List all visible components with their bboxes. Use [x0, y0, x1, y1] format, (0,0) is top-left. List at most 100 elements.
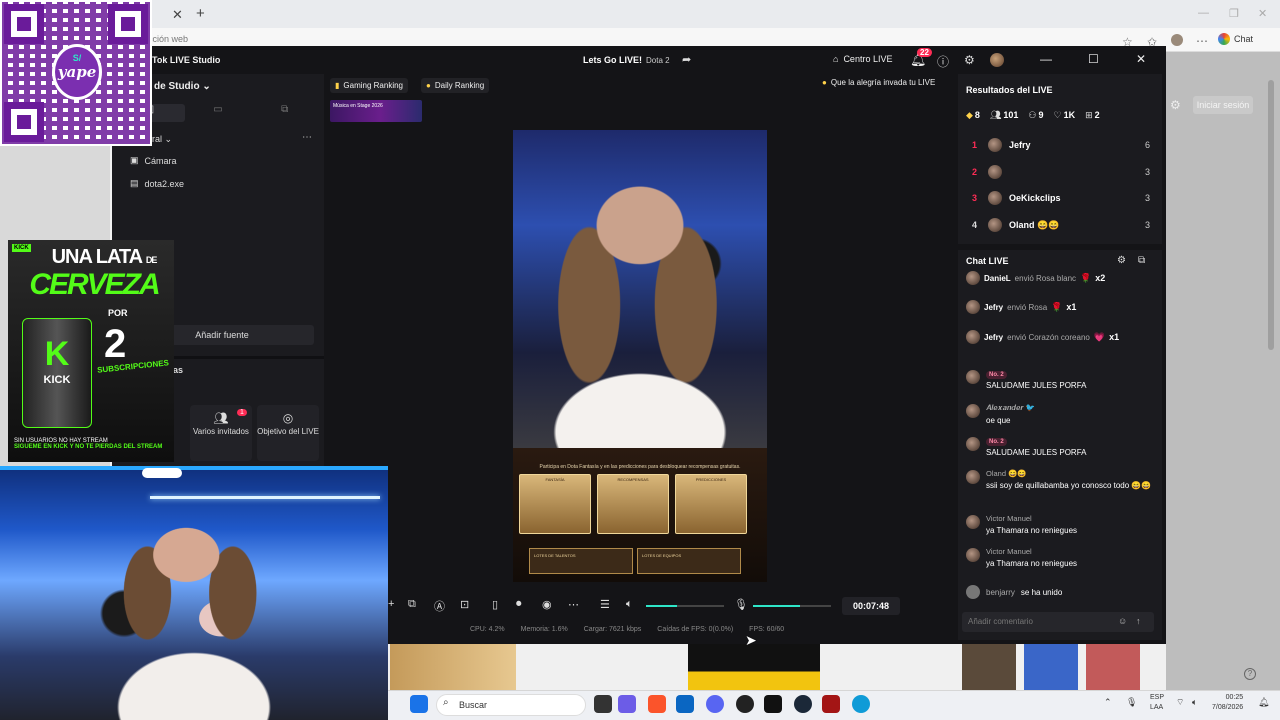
- maximize-icon[interactable]: ☐: [1088, 52, 1099, 66]
- settings-gear-icon[interactable]: ⚙: [1170, 98, 1181, 112]
- ad-line1-text: UNA LATA: [51, 246, 143, 268]
- volume-icon[interactable]: 🔈︎: [1192, 697, 1197, 708]
- join-text: se ha unido: [1020, 587, 1063, 597]
- chat-settings-icon[interactable]: ⚙: [1117, 255, 1126, 266]
- source-group-label[interactable]: ral ⌄: [152, 134, 172, 145]
- camera-settings-icon[interactable]: ◉: [542, 598, 552, 611]
- profile-avatar[interactable]: [1171, 34, 1183, 46]
- dota-icon[interactable]: [822, 695, 840, 713]
- windows-start-icon[interactable]: [410, 695, 428, 713]
- avatar: [966, 370, 980, 384]
- tiktok-icon[interactable]: [764, 695, 782, 713]
- ranking-row[interactable]: 4 Oland 😄😄 3: [972, 218, 1150, 232]
- source-label: Cámara: [144, 155, 177, 166]
- steam-icon[interactable]: [794, 695, 812, 713]
- daily-ranking-pill[interactable]: ● Daily Ranking: [421, 78, 490, 93]
- page-thumbnail[interactable]: [390, 644, 516, 690]
- keyboard-language[interactable]: ESP LAA: [1150, 693, 1164, 713]
- capture-icon[interactable]: ⊡: [460, 598, 469, 611]
- clock[interactable]: 00:25 7/08/2026: [1212, 693, 1243, 713]
- rank-score: 3: [1144, 220, 1150, 230]
- tab-dual[interactable]: ⧉: [251, 104, 318, 122]
- effects-icon[interactable]: Ⓐ: [434, 598, 445, 614]
- ranking-row[interactable]: 23: [972, 165, 1150, 179]
- new-tab-icon[interactable]: +: [196, 5, 205, 22]
- discord-icon[interactable]: [706, 695, 724, 713]
- gaming-ranking-pill[interactable]: ▮ Gaming Ranking: [330, 78, 408, 93]
- page-thumbnail[interactable]: [1024, 644, 1078, 690]
- task-view-icon[interactable]: [594, 695, 612, 713]
- window-capture-icon: ▤: [130, 178, 139, 188]
- obs-icon[interactable]: [736, 695, 754, 713]
- game-intro-text: Participa en Dota Fantasía y en las pred…: [539, 464, 741, 470]
- page-thumbnail[interactable]: [688, 644, 820, 690]
- ranking-row[interactable]: 3 OeKickclips 3: [972, 191, 1150, 205]
- share-icon[interactable]: ➦: [682, 53, 691, 66]
- popout-icon[interactable]: ⧉: [1138, 255, 1145, 266]
- user-avatar[interactable]: [990, 53, 1004, 67]
- help-circle-icon[interactable]: ⓘ: [937, 53, 949, 70]
- record-icon[interactable]: ⏺: [516, 598, 522, 611]
- rank-name: Jefry: [1009, 140, 1031, 150]
- chat-message[interactable]: No. 2 SALUDAME JULES PORFA: [966, 436, 1156, 457]
- edge-icon[interactable]: [852, 695, 870, 713]
- live-preview[interactable]: Participa en Dota Fantasía y en las pred…: [513, 130, 767, 582]
- tray-chevron-icon[interactable]: ⌃: [1104, 697, 1112, 708]
- taskbar-search[interactable]: Buscar: [436, 694, 586, 716]
- source-item-camera[interactable]: ▣ Cámara: [130, 155, 177, 166]
- likes-stat: ♡ 1K: [1054, 110, 1076, 121]
- add-icon[interactable]: +: [388, 598, 394, 610]
- close-icon[interactable]: ✕: [1136, 52, 1146, 66]
- chat-message[interactable]: Oland 😄😄 ssii soy de quillabamba yo conos…: [966, 469, 1156, 490]
- store-icon[interactable]: [676, 695, 694, 713]
- help-icon[interactable]: ?: [1244, 668, 1256, 680]
- ad-por: POR: [108, 308, 128, 318]
- settings-gear-icon[interactable]: ⚙: [964, 53, 975, 67]
- chat-message[interactable]: Victor Manuel ya Thamara no reniegues: [966, 547, 1156, 568]
- browser-close-icon[interactable]: ✕: [1258, 7, 1267, 20]
- page-thumbnail[interactable]: [962, 644, 1016, 690]
- chat-message[interactable]: Victor Manuel ya Thamara no reniegues: [966, 514, 1156, 535]
- emoji-icon[interactable]: ☺: [1118, 616, 1127, 626]
- live-game: Dota 2: [646, 56, 670, 65]
- more-icon[interactable]: ⋯: [568, 598, 579, 611]
- chat-message[interactable]: 𝑨𝒍𝒆𝒙𝒂𝒏𝒅𝒆𝒓 🐦 oe que: [966, 403, 1156, 425]
- event-banner[interactable]: Música en Stage 2026: [330, 100, 422, 122]
- tray-mic-icon[interactable]: 🎙︎: [1126, 697, 1137, 708]
- screen-layout-icon[interactable]: ⧉: [408, 598, 416, 611]
- browser-minimize-icon[interactable]: —: [1198, 7, 1209, 19]
- brave-icon[interactable]: [648, 695, 666, 713]
- notification-icon[interactable]: 🔔︎: [1258, 697, 1269, 708]
- minimize-icon[interactable]: —: [1040, 52, 1052, 66]
- more-options-icon[interactable]: ⋯: [302, 132, 312, 143]
- speaker-icon[interactable]: 🔈︎: [626, 598, 633, 611]
- centro-live-button[interactable]: ⌂ Centro LIVE: [833, 54, 892, 64]
- game-card-label: FANTASÍA: [545, 477, 565, 482]
- page-thumbnail[interactable]: [1086, 644, 1140, 690]
- phone-icon[interactable]: ▯: [492, 598, 498, 611]
- wifi-icon[interactable]: ⌔: [1176, 697, 1184, 708]
- chat-message[interactable]: No. 2 SALUDAME JULES PORFA: [966, 369, 1156, 390]
- copilot-chat-button[interactable]: Chat: [1218, 33, 1253, 45]
- send-icon[interactable]: ↑: [1136, 616, 1141, 626]
- live-goal-button[interactable]: ◎ Objetivo del LIVE: [257, 405, 319, 461]
- app-icon[interactable]: [618, 695, 636, 713]
- tab-close-icon[interactable]: ✕: [172, 7, 183, 23]
- ranking-row[interactable]: 1 Jefry 6: [972, 138, 1150, 152]
- microphone-icon[interactable]: 🎙︎: [734, 598, 748, 611]
- scene-selector[interactable]: de Studio ⌄: [154, 81, 211, 92]
- tab-landscape[interactable]: ▭: [185, 104, 252, 122]
- browser-restore-icon[interactable]: ❐: [1229, 7, 1239, 20]
- kick-k-logo: K: [44, 335, 70, 373]
- source-item-game[interactable]: ▤ dota2.exe: [130, 178, 184, 189]
- pill-label: Gaming Ranking: [343, 81, 403, 90]
- page-scrollbar[interactable]: [1268, 80, 1274, 350]
- mixer-icon[interactable]: ☰: [600, 598, 610, 611]
- signin-button[interactable]: Iniciar sesión: [1193, 96, 1253, 114]
- yape-logo: S/yape: [52, 44, 102, 100]
- more-icon[interactable]: ⋯: [1196, 32, 1208, 50]
- game-card: FANTASÍA: [519, 474, 591, 534]
- tip-pill[interactable]: ● Que la alegría invada tu LIVE: [822, 78, 935, 87]
- message-text: ya Thamara no reniegues: [986, 526, 1078, 535]
- clock-time: 00:25: [1225, 694, 1244, 701]
